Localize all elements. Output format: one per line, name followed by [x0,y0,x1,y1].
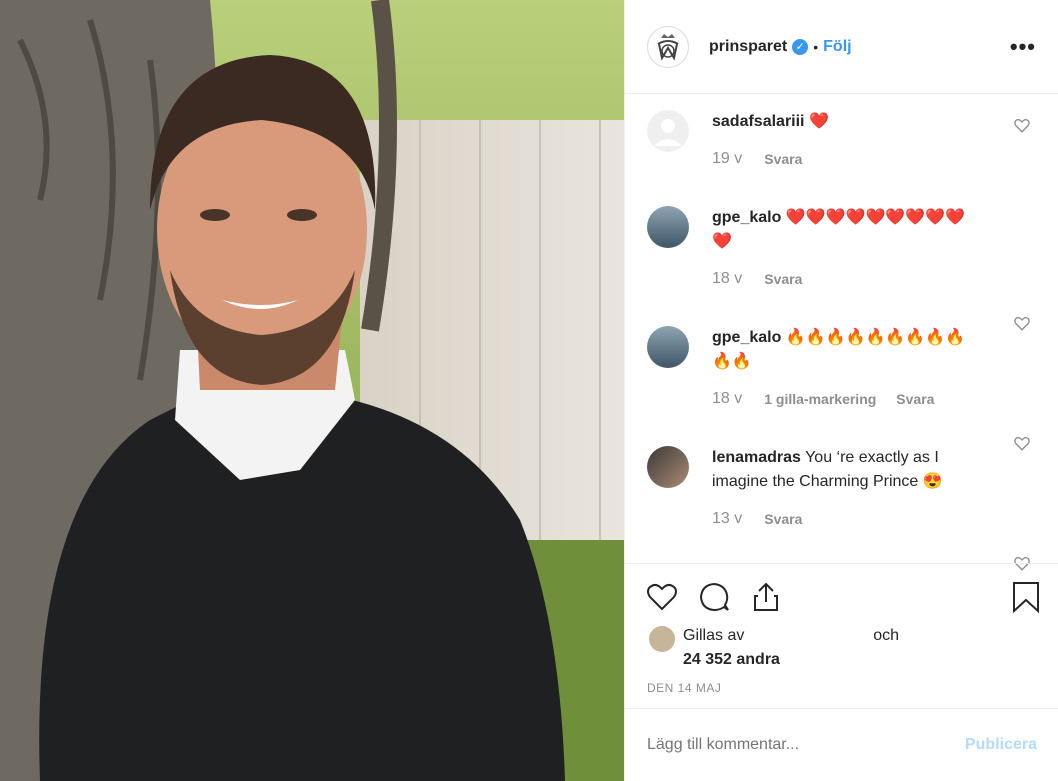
publish-button[interactable]: Publicera [965,736,1037,754]
commenter-avatar[interactable] [647,206,689,248]
action-icons [645,580,783,614]
profile-avatar[interactable] [647,25,689,68]
comment-text: gpe_kalo 🔥🔥🔥🔥🔥🔥🔥🔥🔥🔥🔥 [712,326,982,374]
post-photo-image [0,0,624,781]
comment-item: lenamadras You ‘re exactly as I imagine … [647,446,1037,571]
comment-likes-count[interactable]: 1 gilla-markering [764,391,876,407]
liked-by-prefix: Gillas av [683,627,745,644]
liker-avatar[interactable] [649,626,675,652]
comments-list[interactable]: sadafsalariii ❤️ 19 v Svara gpe_kalo ❤️❤… [625,94,1058,571]
commenter-avatar[interactable] [647,326,689,368]
comment-time[interactable]: 13 v [712,510,742,528]
share-icon[interactable] [749,580,783,614]
reply-button[interactable]: Svara [764,511,802,527]
liked-by: Gillas av och 24 352 andra [649,624,1019,672]
comment-meta: 18 v Svara [712,270,802,288]
verified-badge-icon: ✓ [792,38,809,55]
reply-button[interactable]: Svara [764,271,802,287]
comment-item: sadafsalariii ❤️ 19 v Svara [647,110,1037,190]
monogram-logo-icon [657,33,679,61]
commenter-avatar[interactable] [647,446,689,488]
default-avatar-icon [647,110,689,152]
comment-icon[interactable] [697,580,731,614]
comment-input[interactable] [647,736,965,754]
bookmark-icon[interactable] [1011,580,1041,614]
reply-button[interactable]: Svara [896,391,934,407]
post-author-username[interactable]: prinsparet [709,38,787,56]
comment-meta: 19 v Svara [712,150,802,168]
comment-time[interactable]: 18 v [712,270,742,288]
like-icon[interactable] [645,580,679,614]
post-photo[interactable] [0,0,624,781]
comment-item: gpe_kalo ❤️❤️❤️❤️❤️❤️❤️❤️❤️❤️ 18 v Svara [647,206,1037,331]
comment-text: gpe_kalo ❤️❤️❤️❤️❤️❤️❤️❤️❤️❤️ [712,206,982,254]
comment-text: lenamadras You ‘re exactly as I imagine … [712,446,982,494]
post-header: prinsparet ✓ • Följ ••• [625,0,1058,94]
post-actions: Gillas av och 24 352 andra DEN 14 MAJ [625,563,1058,709]
comment-username[interactable]: gpe_kalo [712,209,781,226]
comment-time[interactable]: 19 v [712,150,742,168]
likes-count[interactable]: 24 352 andra [683,651,780,668]
comment-username[interactable]: gpe_kalo [712,329,781,346]
comment-time[interactable]: 18 v [712,390,742,408]
liked-by-suffix: och [873,627,900,644]
comment-body: ❤️ [808,113,829,130]
comment-meta: 13 v Svara [712,510,802,528]
comment-username[interactable]: lenamadras [712,449,801,466]
comment-text: sadafsalariii ❤️ [712,110,982,134]
commenter-avatar[interactable] [647,110,689,152]
post-date[interactable]: DEN 14 MAJ [647,681,721,695]
comment-username[interactable]: sadafsalariii [712,113,805,130]
follow-button[interactable]: Följ [823,38,851,56]
more-options-icon[interactable]: ••• [1010,35,1036,57]
add-comment-bar: Publicera [625,708,1058,781]
reply-button[interactable]: Svara [764,151,802,167]
comment-item: gpe_kalo 🔥🔥🔥🔥🔥🔥🔥🔥🔥🔥🔥 18 v 1 gilla-marker… [647,326,1037,451]
comment-like-heart-icon[interactable] [1013,116,1031,134]
post-side-panel: prinsparet ✓ • Följ ••• sadafsalariii ❤️… [624,0,1058,781]
comment-meta: 18 v 1 gilla-markering Svara [712,390,934,408]
separator-dot: • [813,38,819,55]
